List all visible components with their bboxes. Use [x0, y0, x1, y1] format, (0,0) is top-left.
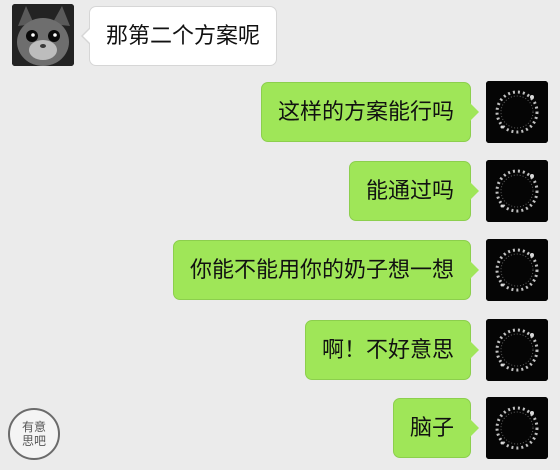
- incoming-message-bubble[interactable]: 那第二个方案呢: [80, 6, 278, 66]
- outgoing-message-bubble[interactable]: 啊！不好意思: [304, 320, 480, 380]
- outgoing-message-bubble[interactable]: 你能不能用你的奶子想一想: [172, 240, 480, 300]
- wreath-avatar-icon[interactable]: [486, 81, 548, 143]
- outgoing-message-bubble[interactable]: 能通过吗: [348, 161, 480, 221]
- wreath-avatar-icon[interactable]: [486, 397, 548, 459]
- watermark-logo: 有意 思吧: [8, 408, 60, 460]
- watermark-line-1: 有意: [21, 420, 46, 434]
- wreath-avatar-icon[interactable]: [486, 319, 548, 381]
- chat-window: 那第二个方案呢 这样的方案能行吗 能通过吗 你能不能用你的奶子想一想 啊！不好意…: [0, 0, 560, 470]
- outgoing-message-bubble[interactable]: 脑子: [392, 398, 480, 458]
- watermark-line-2: 思吧: [21, 434, 46, 448]
- wreath-avatar-icon[interactable]: [486, 160, 548, 222]
- cat-avatar-icon[interactable]: [12, 4, 74, 66]
- wreath-avatar-icon[interactable]: [486, 239, 548, 301]
- outgoing-message-bubble[interactable]: 这样的方案能行吗: [260, 82, 480, 142]
